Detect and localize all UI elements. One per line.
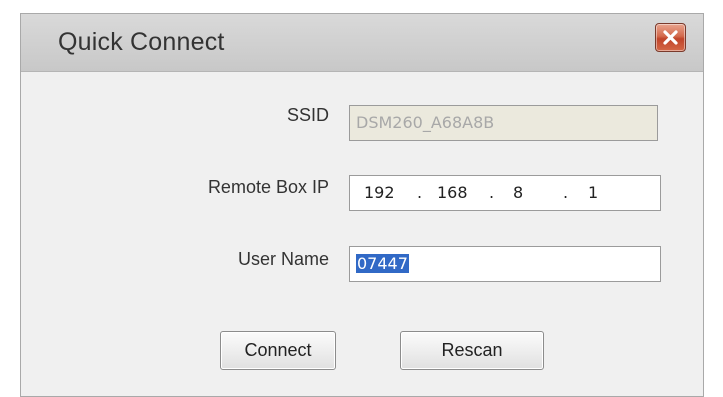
remote-box-ip-label: Remote Box IP <box>207 177 329 197</box>
close-button[interactable] <box>655 23 686 52</box>
ip-dot-2: . <box>489 183 495 202</box>
rescan-button[interactable]: Rescan <box>400 331 544 370</box>
ip-octet-1[interactable]: 192 <box>364 176 395 210</box>
dialog-title: Quick Connect <box>58 28 225 56</box>
title-bar: Quick Connect <box>21 14 703 72</box>
ip-octet-2[interactable]: 168 <box>437 176 468 210</box>
close-icon <box>663 30 678 45</box>
ip-octet-3[interactable]: 8 <box>513 176 523 210</box>
user-name-field[interactable]: 07447 <box>349 246 661 282</box>
quick-connect-dialog: Quick Connect SSID DSM260_A68A8B Remote … <box>20 13 704 397</box>
ip-dot-3: . <box>563 183 569 202</box>
ssid-field: DSM260_A68A8B <box>349 105 658 141</box>
ip-dot-1: . <box>417 183 423 202</box>
ip-octet-4[interactable]: 1 <box>588 176 598 210</box>
connect-button[interactable]: Connect <box>220 331 336 370</box>
remote-box-ip-field[interactable]: 192 . 168 . 8 . 1 <box>349 175 661 211</box>
user-name-label: User Name <box>237 249 329 269</box>
user-name-value: 07447 <box>356 254 409 273</box>
ssid-label: SSID <box>286 105 329 125</box>
